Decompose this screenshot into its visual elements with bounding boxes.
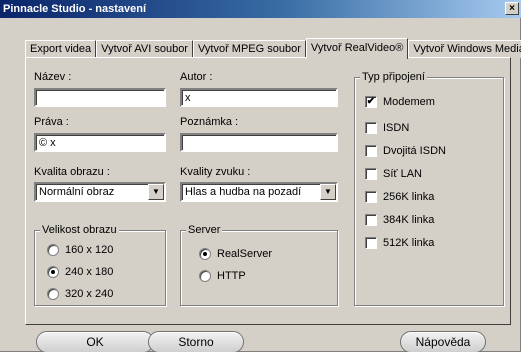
radio-selected-icon — [199, 248, 211, 260]
close-button[interactable]: × — [505, 2, 519, 15]
radio-icon — [47, 288, 59, 300]
checkbox-checked-icon: ✔ — [365, 96, 377, 108]
radio-selected-icon — [47, 266, 59, 278]
tab-realvideo[interactable]: Vytvoř RealVideo® — [305, 38, 409, 59]
radio-label: HTTP — [217, 270, 246, 282]
typ-pripojeni-title: Typ připojení — [360, 71, 427, 83]
autor-field[interactable]: x — [180, 88, 338, 107]
server-group: Server RealServer HTTP — [180, 224, 338, 306]
nazev-field[interactable] — [34, 88, 166, 107]
radio-label: 240 x 180 — [65, 266, 114, 278]
check-256k[interactable]: 256K linka — [365, 191, 434, 203]
check-label: 384K linka — [383, 214, 435, 226]
tab-strip: Export videa Vytvoř AVI soubor Vytvoř MP… — [25, 38, 521, 59]
checkbox-icon — [365, 214, 377, 226]
check-dvojita-isdn[interactable]: Dvojitá ISDN — [365, 145, 446, 157]
radio-realserver[interactable]: RealServer — [199, 248, 272, 260]
poznamka-label: Poznámka : — [180, 116, 239, 128]
checkbox-icon — [365, 122, 377, 134]
kvalita-obrazu-value: Normální obraz — [39, 186, 115, 198]
realvideo-panel: Název : Autor : x Práva : © x Poznámka :… — [25, 57, 511, 325]
typ-pripojeni-group: Typ připojení ✔ Modemem ISDN Dvojitá ISD… — [354, 71, 504, 306]
check-isdn[interactable]: ISDN — [365, 122, 409, 134]
radio-label: RealServer — [217, 248, 273, 260]
poznamka-field[interactable] — [180, 133, 338, 152]
radio-240x180[interactable]: 240 x 180 — [47, 266, 113, 278]
check-512k[interactable]: 512K linka — [365, 237, 434, 249]
checkbox-icon — [365, 237, 377, 249]
kvality-zvuku-select[interactable]: Hlas a hudba na pozadí ▼ — [180, 182, 338, 202]
radio-http[interactable]: HTTP — [199, 270, 246, 282]
nazev-label: Název : — [34, 71, 72, 83]
window-title: Pinnacle Studio - nastavení — [3, 3, 147, 15]
kvality-zvuku-value: Hlas a hudba na pozadí — [185, 186, 302, 198]
check-sit-lan[interactable]: Síť LAN — [365, 168, 422, 180]
check-label: Modemem — [383, 96, 435, 108]
velikost-obrazu-group: Velikost obrazu 160 x 120 240 x 180 320 … — [34, 224, 166, 306]
radio-icon — [47, 244, 59, 256]
tab-mpeg[interactable]: Vytvoř MPEG soubor — [192, 40, 306, 58]
ok-button[interactable]: OK — [36, 331, 154, 352]
kvalita-obrazu-label: Kvalita obrazu : — [34, 166, 110, 178]
check-label: ISDN — [383, 122, 410, 134]
radio-label: 320 x 240 — [65, 288, 114, 300]
title-bar: Pinnacle Studio - nastavení × — [0, 0, 521, 18]
check-label: 512K linka — [383, 237, 435, 249]
check-label: 256K linka — [383, 191, 435, 203]
radio-label: 160 x 120 — [65, 244, 114, 256]
radio-icon — [199, 270, 211, 282]
checkbox-icon — [365, 145, 377, 157]
kvality-zvuku-label: Kvality zvuku : — [180, 166, 251, 178]
prava-field[interactable]: © x — [34, 133, 166, 152]
check-label: Síť LAN — [383, 168, 422, 180]
tab-export-videa[interactable]: Export videa — [25, 40, 97, 58]
kvalita-obrazu-select[interactable]: Normální obraz ▼ — [34, 182, 166, 202]
autor-label: Autor : — [180, 71, 213, 83]
chevron-down-icon[interactable]: ▼ — [320, 184, 336, 200]
check-modemem[interactable]: ✔ Modemem — [365, 96, 435, 108]
storno-button[interactable]: Storno — [148, 331, 244, 352]
tab-avi[interactable]: Vytvoř AVI soubor — [96, 40, 193, 58]
tab-windows-media[interactable]: Vytvoř Windows Media® — [408, 40, 521, 58]
radio-320x240[interactable]: 320 x 240 — [47, 288, 113, 300]
check-label: Dvojitá ISDN — [383, 145, 446, 157]
prava-label: Práva : — [34, 116, 69, 128]
settings-dialog: Pinnacle Studio - nastavení × Export vid… — [0, 0, 521, 352]
napoveda-button[interactable]: Nápověda — [400, 331, 486, 352]
checkbox-icon — [365, 168, 377, 180]
velikost-obrazu-title: Velikost obrazu — [40, 224, 119, 236]
radio-160x120[interactable]: 160 x 120 — [47, 244, 113, 256]
check-384k[interactable]: 384K linka — [365, 214, 434, 226]
server-title: Server — [186, 224, 223, 236]
checkbox-icon — [365, 191, 377, 203]
chevron-down-icon[interactable]: ▼ — [148, 184, 164, 200]
